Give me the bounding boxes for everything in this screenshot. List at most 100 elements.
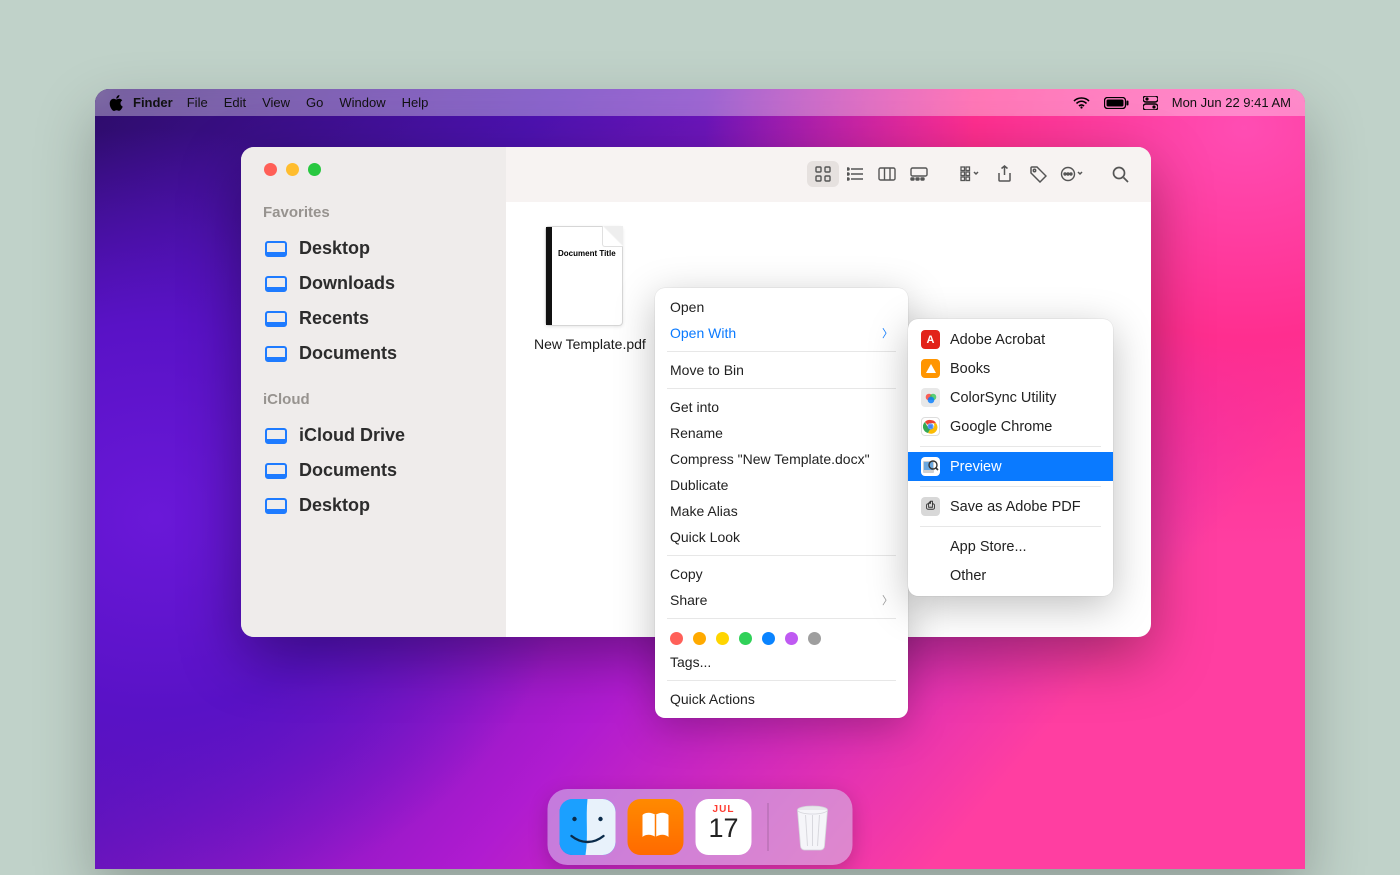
ctx-open[interactable]: Open bbox=[655, 294, 908, 320]
menu-go[interactable]: Go bbox=[306, 95, 323, 110]
chevron-right-icon: 〉 bbox=[882, 592, 893, 608]
dock-books[interactable] bbox=[628, 799, 684, 855]
window-controls bbox=[264, 163, 496, 176]
sidebar-section-favorites: Favorites Desktop Downloads Recents Docu… bbox=[259, 204, 496, 371]
close-button[interactable] bbox=[264, 163, 277, 176]
separator bbox=[667, 618, 896, 619]
tag-yellow[interactable] bbox=[716, 632, 729, 645]
sidebar-item-documents[interactable]: Documents bbox=[259, 336, 496, 371]
ctx-copy[interactable]: Copy bbox=[655, 561, 908, 587]
menu-window[interactable]: Window bbox=[339, 95, 385, 110]
tag-orange[interactable] bbox=[693, 632, 706, 645]
preview-icon bbox=[921, 457, 940, 476]
tag-purple[interactable] bbox=[785, 632, 798, 645]
chevron-right-icon: 〉 bbox=[882, 325, 893, 341]
ctx-tags[interactable]: Tags... bbox=[655, 649, 908, 675]
sidebar-item-label: Documents bbox=[299, 343, 397, 364]
more-button[interactable] bbox=[1059, 161, 1085, 187]
view-list-button[interactable] bbox=[839, 161, 871, 187]
sidebar-item-label: Desktop bbox=[299, 495, 370, 516]
sidebar-item-downloads[interactable]: Downloads bbox=[259, 266, 496, 301]
wifi-icon[interactable] bbox=[1073, 97, 1090, 109]
documents-icon bbox=[265, 463, 287, 479]
ctx-duplicate[interactable]: Dublicate bbox=[655, 472, 908, 498]
ctx-make-alias[interactable]: Make Alias bbox=[655, 498, 908, 524]
menu-help[interactable]: Help bbox=[402, 95, 429, 110]
search-button[interactable] bbox=[1107, 161, 1133, 187]
ctx-quick-look[interactable]: Quick Look bbox=[655, 524, 908, 550]
context-menu: Open Open With〉 Move to Bin Get into Ren… bbox=[655, 288, 908, 718]
ctx-compress[interactable]: Compress "New Template.docx" bbox=[655, 446, 908, 472]
openwith-chrome[interactable]: Google Chrome bbox=[908, 412, 1113, 441]
battery-icon[interactable] bbox=[1104, 97, 1129, 109]
sidebar-item-desktop[interactable]: Desktop bbox=[259, 231, 496, 266]
view-mode-group bbox=[807, 161, 935, 187]
ctx-quick-actions[interactable]: Quick Actions bbox=[655, 686, 908, 712]
app-label: Other bbox=[950, 568, 986, 584]
control-center-icon[interactable] bbox=[1143, 96, 1158, 110]
tag-red[interactable] bbox=[670, 632, 683, 645]
sidebar-title-favorites: Favorites bbox=[263, 204, 496, 221]
recents-icon bbox=[265, 311, 287, 327]
dock-finder[interactable] bbox=[560, 799, 616, 855]
sidebar-item-label: Documents bbox=[299, 460, 397, 481]
separator bbox=[667, 555, 896, 556]
dock-trash[interactable] bbox=[785, 799, 841, 855]
minimize-button[interactable] bbox=[286, 163, 299, 176]
app-label: Save as Adobe PDF bbox=[950, 499, 1081, 515]
sidebar-item-recents[interactable]: Recents bbox=[259, 301, 496, 336]
ctx-move-to-bin[interactable]: Move to Bin bbox=[655, 357, 908, 383]
share-button[interactable] bbox=[991, 161, 1017, 187]
openwith-save-adobe-pdf[interactable]: ⎙ Save as Adobe PDF bbox=[908, 492, 1113, 521]
ctx-rename[interactable]: Rename bbox=[655, 420, 908, 446]
menubar-app-name[interactable]: Finder bbox=[133, 95, 173, 110]
view-icons-button[interactable] bbox=[807, 161, 839, 187]
calendar-day: 17 bbox=[708, 815, 738, 842]
ctx-tag-colors bbox=[655, 624, 908, 649]
menubar-clock[interactable]: Mon Jun 22 9:41 AM bbox=[1172, 95, 1291, 110]
open-with-submenu: A Adobe Acrobat Books ColorSync Utility … bbox=[908, 319, 1113, 596]
sidebar-item-label: Desktop bbox=[299, 238, 370, 259]
ctx-open-with[interactable]: Open With〉 bbox=[655, 320, 908, 346]
tag-blue[interactable] bbox=[762, 632, 775, 645]
openwith-colorsync[interactable]: ColorSync Utility bbox=[908, 383, 1113, 412]
tag-gray[interactable] bbox=[808, 632, 821, 645]
group-by-button[interactable] bbox=[957, 161, 983, 187]
separator bbox=[667, 680, 896, 681]
desktop-icon bbox=[265, 241, 287, 257]
app-label: Adobe Acrobat bbox=[950, 332, 1045, 348]
menu-file[interactable]: File bbox=[187, 95, 208, 110]
finder-toolbar bbox=[506, 147, 1151, 202]
openwith-other[interactable]: Other bbox=[908, 561, 1113, 590]
dock: JUL 17 bbox=[548, 789, 853, 865]
file-thumbnail: Document Title bbox=[545, 226, 623, 326]
desktop-icon bbox=[265, 498, 287, 514]
menu-view[interactable]: View bbox=[262, 95, 290, 110]
tag-button[interactable] bbox=[1025, 161, 1051, 187]
separator bbox=[667, 351, 896, 352]
chrome-icon bbox=[921, 417, 940, 436]
ctx-get-into[interactable]: Get into bbox=[655, 394, 908, 420]
tag-green[interactable] bbox=[739, 632, 752, 645]
sidebar-item-icloud-desktop[interactable]: Desktop bbox=[259, 488, 496, 523]
openwith-preview[interactable]: Preview bbox=[908, 452, 1113, 481]
menu-edit[interactable]: Edit bbox=[224, 95, 246, 110]
zoom-button[interactable] bbox=[308, 163, 321, 176]
openwith-adobe-acrobat[interactable]: A Adobe Acrobat bbox=[908, 325, 1113, 354]
openwith-app-store[interactable]: App Store... bbox=[908, 532, 1113, 561]
dock-calendar[interactable]: JUL 17 bbox=[696, 799, 752, 855]
view-gallery-button[interactable] bbox=[903, 161, 935, 187]
apple-menu-icon[interactable] bbox=[109, 95, 123, 111]
file-item[interactable]: Document Title New Template.pdf bbox=[534, 226, 634, 352]
documents-icon bbox=[265, 346, 287, 362]
ctx-share[interactable]: Share〉 bbox=[655, 587, 908, 613]
finder-sidebar: Favorites Desktop Downloads Recents Docu… bbox=[241, 147, 506, 637]
sidebar-item-icloud-drive[interactable]: iCloud Drive bbox=[259, 418, 496, 453]
view-columns-button[interactable] bbox=[871, 161, 903, 187]
sidebar-item-icloud-documents[interactable]: Documents bbox=[259, 453, 496, 488]
separator bbox=[920, 446, 1101, 447]
save-pdf-icon: ⎙ bbox=[921, 497, 940, 516]
menubar: Finder File Edit View Go Window Help Mon… bbox=[95, 89, 1305, 116]
openwith-books[interactable]: Books bbox=[908, 354, 1113, 383]
sidebar-title-icloud: iCloud bbox=[263, 391, 496, 408]
